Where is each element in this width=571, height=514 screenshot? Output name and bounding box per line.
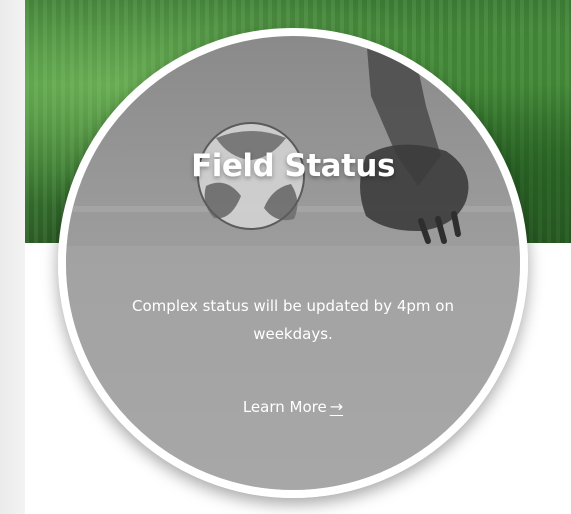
card-title: Field Status [191, 148, 395, 184]
arrow-right-icon: → [329, 397, 344, 416]
left-gutter [0, 0, 25, 514]
learn-more-link[interactable]: Learn More → [66, 397, 520, 416]
field-status-card: Field Status Complex status will be upda… [58, 28, 528, 498]
learn-more-label: Learn More [242, 398, 327, 416]
soccer-photo [66, 36, 520, 490]
card-description: Complex status will be updated by 4pm on… [132, 297, 454, 343]
